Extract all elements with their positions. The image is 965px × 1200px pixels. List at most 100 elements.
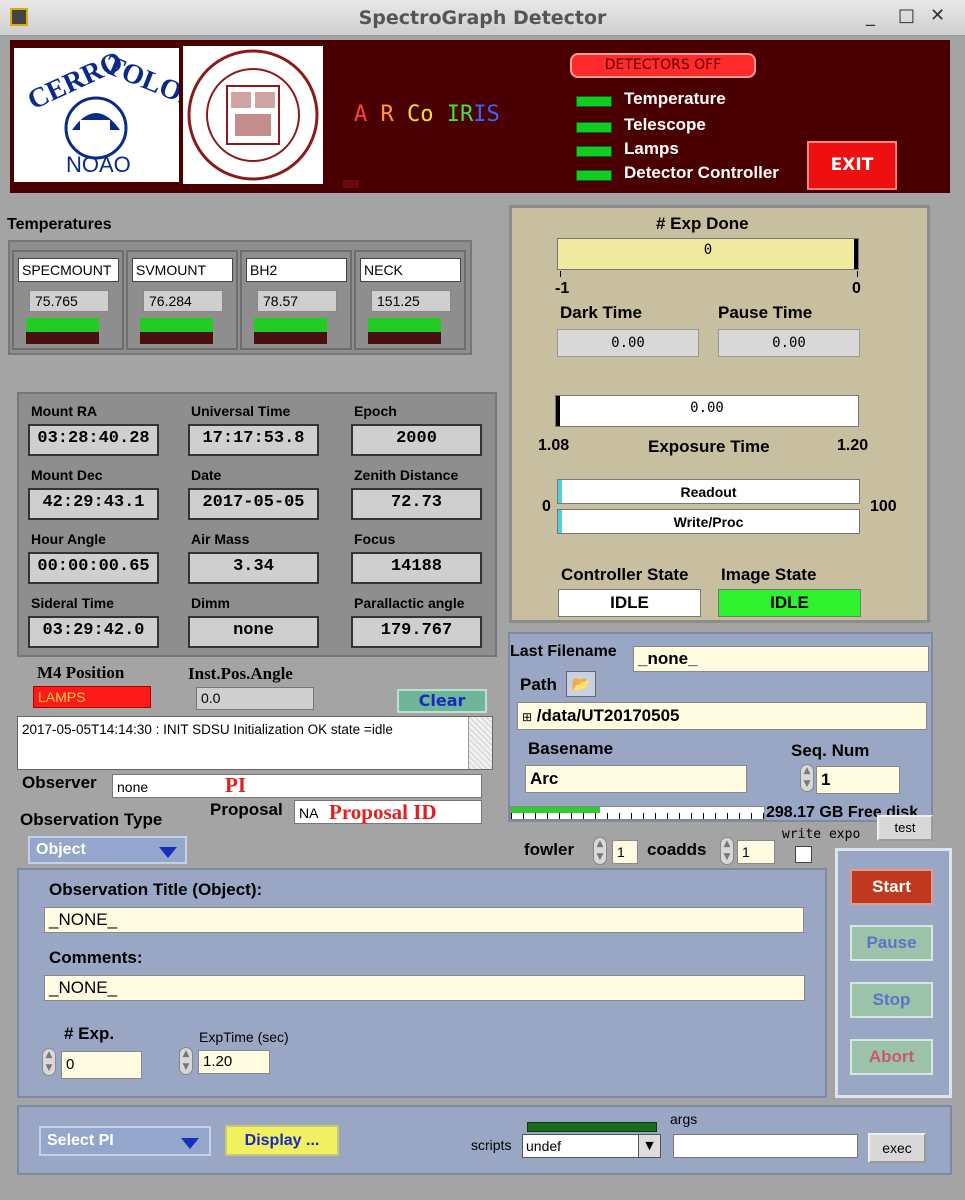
- fowler-input[interactable]: 1: [612, 840, 638, 864]
- cornell-seal-logo: [183, 46, 323, 184]
- select-pi-label: Select PI: [47, 1132, 114, 1149]
- seq-num-spinner[interactable]: ▲ ▼: [800, 764, 814, 792]
- exptime-input[interactable]: 1.20: [198, 1050, 270, 1074]
- start-button[interactable]: Start: [850, 869, 933, 905]
- display-button[interactable]: Display ...: [225, 1125, 339, 1156]
- telescope-field-label: Mount RA: [31, 403, 98, 419]
- telescope-field-value: none: [188, 616, 319, 648]
- telescope-field-label: Date: [191, 467, 222, 483]
- image-state-value: IDLE: [718, 589, 861, 617]
- telescope-field-value: 03:28:40.28: [28, 424, 159, 456]
- fowler-spinner[interactable]: ▲ ▼: [593, 837, 607, 865]
- exptime-spinner[interactable]: ▲ ▼: [179, 1047, 193, 1075]
- test-button[interactable]: test: [877, 815, 933, 841]
- scripts-select[interactable]: undef ▼: [522, 1134, 661, 1158]
- temperature-value: 75.765: [29, 290, 109, 312]
- comments-input[interactable]: _NONE_: [44, 975, 805, 1001]
- exptime-label: ExpTime (sec): [199, 1029, 289, 1045]
- temperature-alarm-led: [140, 332, 213, 344]
- pause-time-value: 0.00: [718, 329, 860, 357]
- detectors-off-indicator: DETECTORS OFF: [570, 53, 756, 78]
- telescope-field-value: 179.767: [351, 616, 482, 648]
- exposure-time-max: 1.20: [837, 437, 869, 454]
- exp-done-min: -1: [555, 280, 570, 297]
- temperature-value: 78.57: [257, 290, 337, 312]
- basename-input[interactable]: Arc: [525, 765, 747, 793]
- temperature-value: 151.25: [371, 290, 451, 312]
- abort-button[interactable]: Abort: [850, 1039, 933, 1075]
- fowler-label: fowler: [524, 840, 575, 859]
- inst-pos-angle-label: Inst.Pos.Angle: [188, 664, 293, 683]
- temperature-status-led: [140, 318, 213, 332]
- telescope-led: [576, 122, 612, 133]
- exit-button[interactable]: EXIT: [807, 141, 897, 190]
- observer-value: none: [117, 779, 149, 795]
- temperature-status: Temperature: [624, 89, 726, 108]
- pause-button[interactable]: Pause: [850, 925, 933, 961]
- write-expo-checkbox[interactable]: [795, 846, 812, 863]
- path-input[interactable]: ⊞ /data/UT20170505: [517, 702, 927, 730]
- chevron-down-icon: [159, 847, 177, 858]
- num-exp-input[interactable]: 0: [61, 1051, 142, 1079]
- m4-position-value: LAMPS: [33, 686, 151, 708]
- temperature-led: [576, 96, 612, 107]
- coadds-input[interactable]: 1: [737, 840, 775, 864]
- path-tree-icon: ⊞: [522, 710, 533, 724]
- coadds-label: coadds: [647, 840, 707, 859]
- seq-num-input[interactable]: 1: [816, 766, 900, 794]
- telescope-field-value: 14188: [351, 552, 482, 584]
- exp-done-label: # Exp Done: [656, 214, 749, 233]
- observation-type-dropdown[interactable]: Object: [28, 836, 187, 864]
- stop-button[interactable]: Stop: [850, 982, 933, 1018]
- detector-controller-led: [576, 170, 612, 181]
- window-title: SpectroGraph Detector: [358, 7, 607, 29]
- log-scrollbar[interactable]: [468, 717, 492, 769]
- maximize-icon[interactable]: □: [898, 5, 915, 26]
- select-pi-dropdown[interactable]: Select PI: [39, 1126, 211, 1156]
- temperature-card: SVMOUNT 76.284: [126, 250, 238, 350]
- proposal-id-annotation: Proposal ID: [329, 800, 437, 824]
- basename-label: Basename: [528, 739, 614, 758]
- args-input[interactable]: [673, 1134, 858, 1158]
- telescope-field-value: 2017-05-05: [188, 488, 319, 520]
- temperatures-title: Temperatures: [7, 216, 112, 233]
- temperature-alarm-led: [254, 332, 327, 344]
- exposure-time-value: 0.00: [690, 400, 724, 416]
- close-icon[interactable]: ✕: [930, 5, 945, 26]
- telescope-field-value: 42:29:43.1: [28, 488, 159, 520]
- temperature-status-led: [368, 318, 441, 332]
- minimize-icon[interactable]: _: [866, 6, 875, 27]
- path-label: Path: [520, 675, 557, 694]
- pi-annotation: PI: [225, 773, 246, 797]
- telescope-field-value: 72.73: [351, 488, 482, 520]
- telescope-field-label: Hour Angle: [31, 531, 106, 547]
- scripts-value: undef: [526, 1138, 562, 1154]
- proposal-input[interactable]: NA Proposal ID: [294, 800, 482, 824]
- temperature-card: BH2 78.57: [240, 250, 352, 350]
- dark-time-label: Dark Time: [560, 303, 642, 322]
- chevron-down-icon: ▼: [638, 1135, 660, 1157]
- small-marker: [343, 180, 359, 188]
- svg-text:TOLOLO: TOLOLO: [100, 49, 179, 123]
- path-value: /data/UT20170505: [536, 706, 680, 725]
- telescope-field-label: Focus: [354, 531, 396, 547]
- proposal-value: NA: [299, 805, 319, 821]
- svg-text:NOAO: NOAO: [66, 152, 131, 177]
- observer-input[interactable]: none PI: [112, 773, 482, 798]
- num-exp-spinner[interactable]: ▲ ▼: [42, 1048, 56, 1076]
- observation-title-input[interactable]: _NONE_: [44, 907, 804, 933]
- exposure-time-label: Exposure Time: [648, 437, 770, 456]
- exec-button[interactable]: exec: [868, 1133, 926, 1163]
- temperature-sensor-name: SPECMOUNT: [18, 258, 119, 282]
- exp-done-value: 0: [703, 242, 713, 258]
- exposure-time-bar: 0.00: [555, 395, 859, 427]
- telescope-field-value: 00:00:00.65: [28, 552, 159, 584]
- seq-num-label: Seq. Num: [791, 741, 870, 760]
- clear-button[interactable]: Clear: [397, 689, 487, 713]
- telescope-field-label: Air Mass: [191, 531, 250, 547]
- folder-open-icon[interactable]: 📂: [566, 671, 596, 697]
- coadds-spinner[interactable]: ▲ ▼: [720, 837, 734, 865]
- scripts-label: scripts: [471, 1137, 512, 1153]
- observation-title-label: Observation Title (Object):: [49, 880, 263, 899]
- temperature-status-led: [26, 318, 99, 332]
